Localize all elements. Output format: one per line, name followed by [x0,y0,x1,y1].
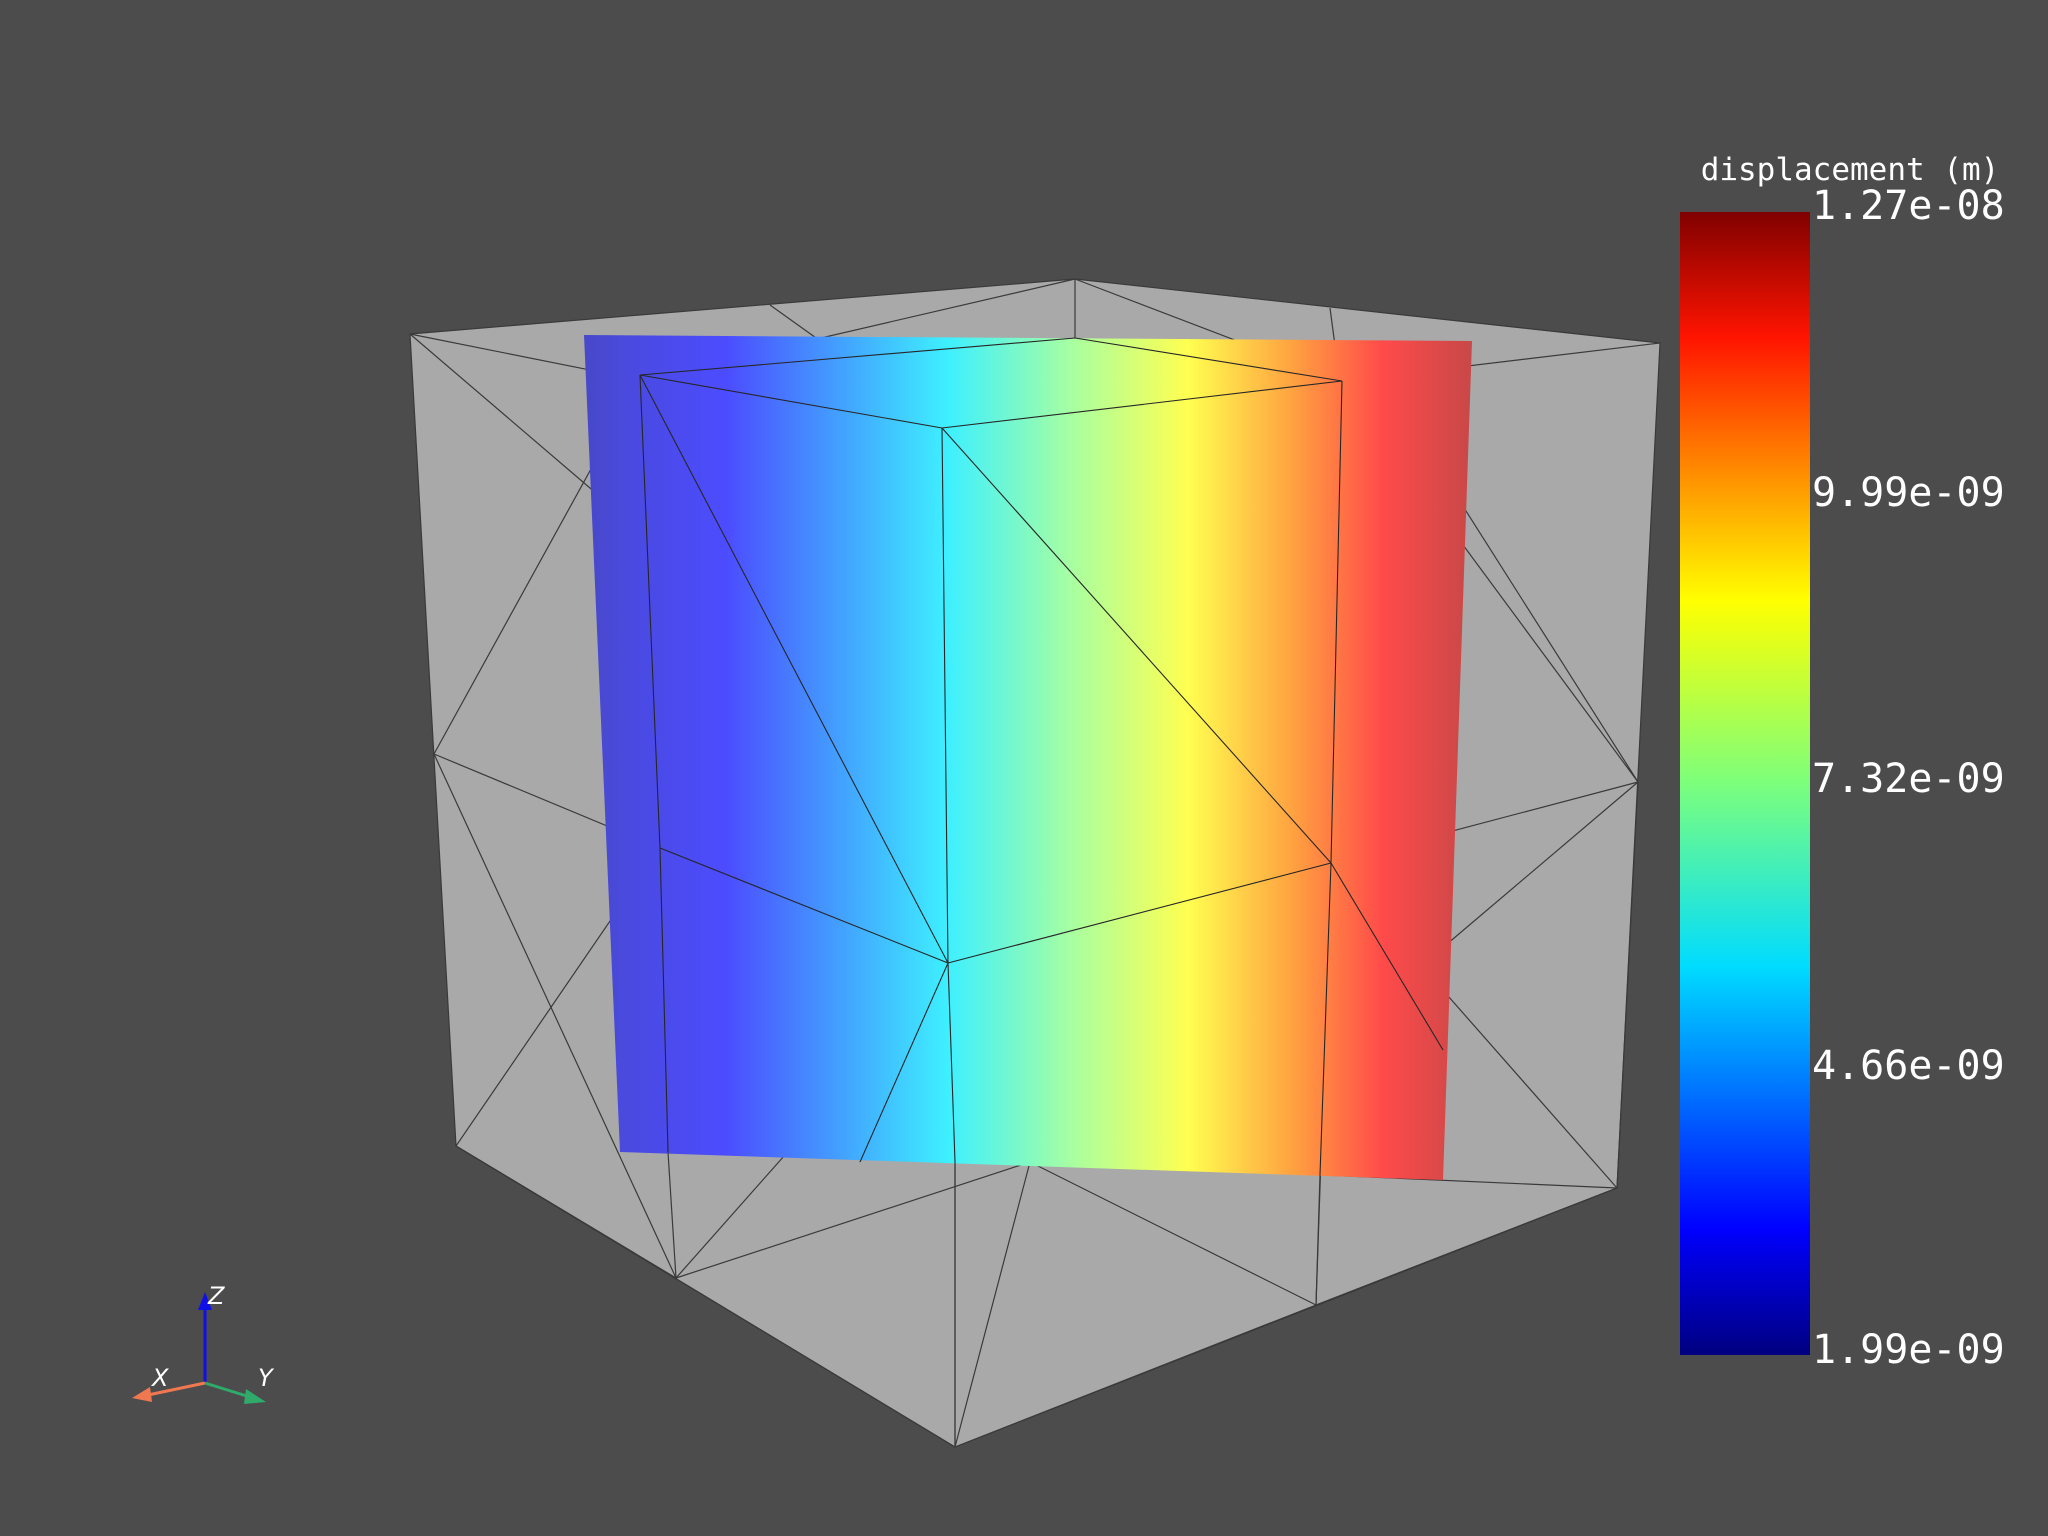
slice-surface [584,335,1472,1180]
y-axis-label: Y [258,1364,273,1392]
colorbar-label-max: 1.27e-08 [1812,183,2005,229]
colorbar-scale [1680,212,1810,1355]
colorbar-label-min: 1.99e-09 [1812,1327,2005,1373]
y-axis-line [204,1381,251,1399]
displacement-slice [584,335,1472,1180]
3d-viewport[interactable]: displacement (m) 1.27e-08 9.99e-09 7.32e… [0,0,2048,1536]
x-axis-label: X [152,1364,169,1392]
colorbar-label-2: 9.99e-09 [1812,470,2005,516]
z-axis-label: Z [208,1282,225,1310]
colorbar-label-3: 7.32e-09 [1812,756,2005,802]
colorbar-label-4: 4.66e-09 [1812,1043,2005,1089]
x-axis-arrow [132,1387,152,1402]
